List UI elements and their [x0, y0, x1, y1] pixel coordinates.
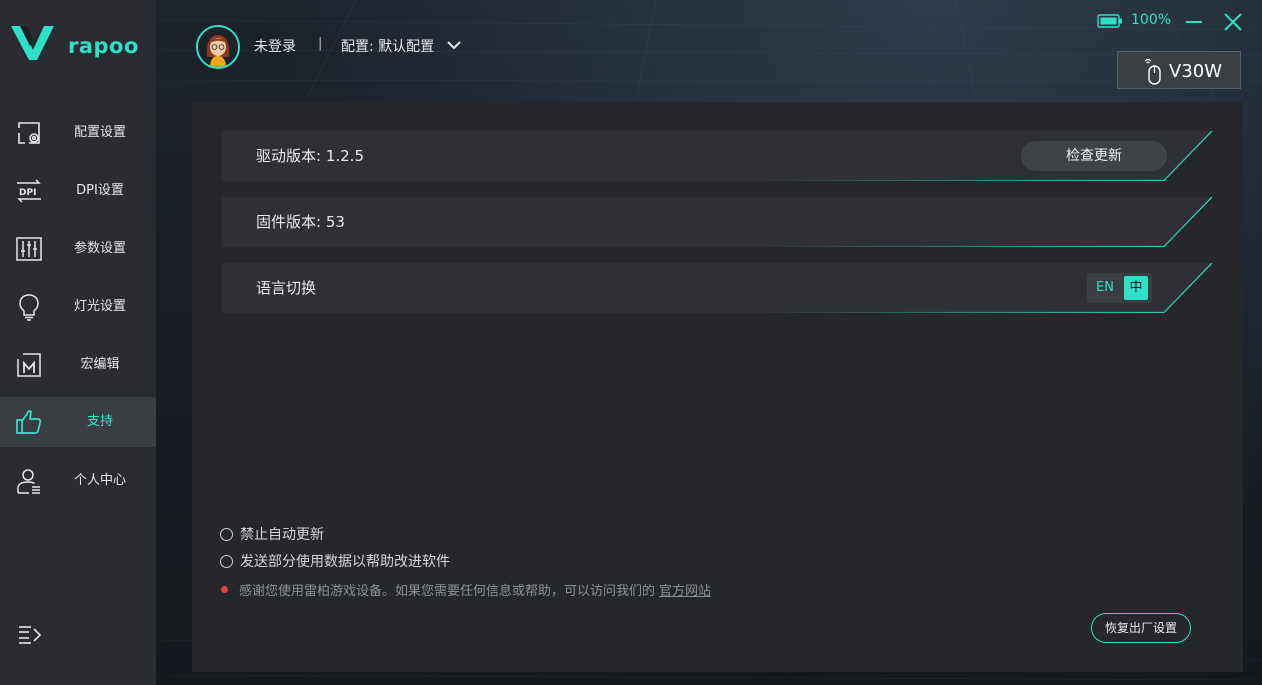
option-label: 禁止自动更新 — [240, 527, 324, 543]
user-icon — [15, 467, 43, 495]
avatar[interactable] — [196, 25, 240, 69]
sidebar-item-label: 参数设置 — [73, 241, 126, 256]
macro-icon — [15, 351, 43, 379]
radio-button[interactable] — [220, 554, 233, 568]
sliders-icon — [15, 235, 43, 263]
sidebar-item-label: DPI设置 — [76, 183, 124, 198]
language-option-zh[interactable]: 中 — [1124, 276, 1148, 300]
sidebar-item-label: 支持 — [86, 414, 113, 429]
official-site-link[interactable]: 官方网站 — [659, 580, 711, 599]
notice-dot — [221, 585, 228, 593]
driver-version-text: 驱动版本: 1.2.5 — [256, 147, 364, 165]
rapoo-logo: rapoo — [10, 24, 140, 64]
check-update-button[interactable]: 检查更新 — [1021, 141, 1167, 171]
wireless-mouse-icon — [1144, 58, 1161, 85]
svg-text:DPI: DPI — [19, 188, 36, 198]
sidebar-item-params[interactable]: 参数设置 — [0, 224, 156, 274]
sidebar: rapoo 配置设置 DPI DPI设置 参数设置 灯光设置 宏编辑 支持 个人… — [0, 0, 156, 685]
factory-reset-button[interactable]: 恢复出厂设置 — [1091, 613, 1191, 643]
radio-button[interactable] — [220, 527, 233, 541]
language-label: 语言切换 — [256, 279, 317, 297]
thumbs-up-icon — [15, 408, 43, 436]
battery-percentage: 100% — [1131, 12, 1172, 28]
option-label: 发送部分使用数据以帮助改进软件 — [240, 554, 450, 570]
config-icon — [15, 119, 43, 147]
row-background — [222, 197, 1212, 247]
device-selector-button[interactable]: V30W — [1117, 51, 1241, 89]
sidebar-item-label: 宏编辑 — [80, 357, 120, 372]
sidebar-item-profile[interactable]: 个人中心 — [0, 456, 156, 506]
profile-selector[interactable]: 配置: 默认配置 — [341, 36, 434, 56]
language-row: 语言切换 EN 中 — [222, 263, 1212, 313]
sidebar-item-dpi[interactable]: DPI DPI设置 — [0, 166, 156, 216]
sidebar-item-label: 配置设置 — [73, 125, 126, 140]
send-usage-data-option[interactable]: 发送部分使用数据以帮助改进软件 — [220, 552, 450, 570]
sidebar-item-lighting[interactable]: 灯光设置 — [0, 282, 156, 332]
support-notice: 感谢您使用雷柏游戏设备。如果您需要任何信息或帮助，可以访问我们的 官方网站 — [221, 580, 711, 599]
sidebar-item-label: 灯光设置 — [73, 299, 126, 314]
header-separator: | — [318, 36, 323, 51]
sidebar-item-macro[interactable]: 宏编辑 — [0, 340, 156, 390]
minimize-icon[interactable] — [1184, 12, 1204, 32]
language-toggle[interactable]: EN 中 — [1087, 273, 1152, 303]
firmware-version-row: 固件版本: 53 — [222, 197, 1212, 247]
disable-auto-update-option[interactable]: 禁止自动更新 — [220, 525, 324, 543]
close-icon[interactable] — [1222, 11, 1244, 33]
login-status[interactable]: 未登录 — [254, 36, 296, 56]
chevron-down-icon[interactable] — [446, 38, 462, 52]
row-background — [222, 263, 1212, 313]
sidebar-item-config[interactable]: 配置设置 — [0, 108, 156, 158]
logo-wordmark: rapoo — [68, 34, 139, 58]
menu-toggle-icon[interactable] — [17, 622, 43, 648]
driver-version-row: 驱动版本: 1.2.5 检查更新 — [222, 131, 1212, 181]
v-logo-icon — [11, 26, 54, 60]
language-option-en[interactable]: EN — [1090, 276, 1120, 300]
sidebar-item-label: 个人中心 — [73, 473, 126, 488]
lightbulb-icon — [15, 293, 43, 321]
firmware-version-text: 固件版本: 53 — [256, 213, 345, 231]
sidebar-item-support[interactable]: 支持 — [0, 397, 156, 447]
battery-icon — [1097, 14, 1122, 28]
dpi-icon: DPI — [15, 177, 43, 205]
device-name: V30W — [1169, 61, 1223, 82]
notice-text: 感谢您使用雷柏游戏设备。如果您需要任何信息或帮助，可以访问我们的 — [239, 583, 656, 599]
